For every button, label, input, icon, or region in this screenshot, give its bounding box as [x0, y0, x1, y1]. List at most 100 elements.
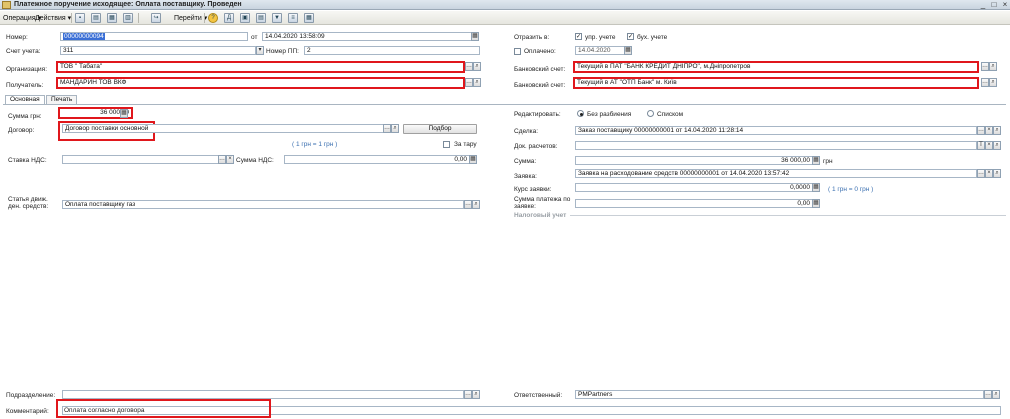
- list-radio[interactable]: [647, 110, 654, 117]
- organization-select-icon[interactable]: …: [465, 62, 473, 71]
- list-label: Списком: [657, 111, 684, 118]
- no-split-radio[interactable]: [577, 110, 584, 117]
- calendar-icon[interactable]: ▦: [471, 32, 479, 41]
- pp-number-field[interactable]: 2: [304, 46, 480, 55]
- upr-label: упр. учете: [585, 34, 616, 41]
- organization-field[interactable]: ТОВ " Табата": [56, 61, 465, 73]
- close-icon[interactable]: ×: [1000, 0, 1010, 9]
- request-rate-link[interactable]: ( 1 грн = 0 грн ): [828, 186, 873, 193]
- responsible-open-icon[interactable]: ⌕: [992, 390, 1000, 399]
- goto-menu[interactable]: Перейти ▾: [174, 14, 207, 22]
- request-rate-calculator-icon[interactable]: ▦: [812, 183, 820, 192]
- structure-icon[interactable]: ▣: [240, 13, 250, 23]
- vat-sum-field[interactable]: 0,00: [284, 155, 470, 164]
- currency-rate-link[interactable]: ( 1 грн = 1 грн ): [292, 141, 337, 148]
- contract-open-icon[interactable]: ⌕: [391, 124, 399, 133]
- actions-menu[interactable]: Действия ▾: [35, 14, 71, 22]
- doc-settlement-type-icon[interactable]: T: [977, 141, 985, 150]
- vat-sum-label: Сумма НДС:: [236, 157, 274, 164]
- restore-icon[interactable]: □: [989, 0, 999, 9]
- based-on-icon[interactable]: ↪: [151, 13, 161, 23]
- recipient-bank-account-open-icon[interactable]: ⌕: [989, 78, 997, 87]
- request-field[interactable]: Заявка на расходование средств 000000000…: [575, 169, 977, 178]
- deal-clear-icon[interactable]: ×: [985, 126, 993, 135]
- recipient-select-icon[interactable]: …: [465, 78, 473, 87]
- upr-checkbox[interactable]: ✓: [575, 33, 582, 40]
- bank-account-field[interactable]: Текущий в ПАТ "БАНК КРЕДИТ ДНІПРО", м.Дн…: [573, 61, 979, 73]
- table-icon[interactable]: ▥: [123, 13, 133, 23]
- save-icon[interactable]: ▪: [75, 13, 85, 23]
- right-sum-label: Сумма:: [514, 158, 537, 165]
- contract-field[interactable]: Договор поставки основной: [62, 124, 384, 133]
- request-rate-label: Курс заявки:: [514, 186, 552, 193]
- organization-open-icon[interactable]: ⌕: [473, 62, 481, 71]
- cashflow-open-icon[interactable]: ⌕: [472, 200, 480, 209]
- vat-rate-select-icon[interactable]: …: [218, 155, 226, 164]
- recipient-open-icon[interactable]: ⌕: [473, 78, 481, 87]
- payment-sum-field[interactable]: 0,00: [575, 199, 813, 208]
- post-icon[interactable]: ▤: [91, 13, 101, 23]
- buh-checkbox[interactable]: ✓: [627, 33, 634, 40]
- vat-rate-clear-icon[interactable]: ×: [226, 155, 234, 164]
- number-field[interactable]: 00000000094: [60, 32, 248, 41]
- right-sum-calculator-icon[interactable]: ▦: [812, 156, 820, 165]
- calculator-icon[interactable]: ▦: [120, 109, 128, 118]
- right-sum-field[interactable]: 36 000,00: [575, 156, 813, 165]
- division-field[interactable]: [62, 390, 464, 399]
- toolbar-separator: [71, 13, 72, 23]
- request-label: Заявка:: [514, 173, 537, 180]
- tab-print[interactable]: Печать: [46, 95, 78, 104]
- journal-icon[interactable]: ▤: [256, 13, 266, 23]
- request-select-icon[interactable]: …: [977, 169, 985, 178]
- responsible-select-icon[interactable]: …: [984, 390, 992, 399]
- responsible-field[interactable]: PMPartners: [575, 390, 984, 399]
- doc-settlement-clear-icon[interactable]: ×: [985, 141, 993, 150]
- minimize-icon[interactable]: _: [978, 0, 988, 9]
- paid-date-field[interactable]: 14.04.2020: [575, 46, 625, 55]
- tab-main[interactable]: Основная: [5, 95, 45, 104]
- toolbar-separator: [138, 13, 139, 23]
- date-field[interactable]: 14.04.2020 13:58:09: [262, 32, 472, 41]
- deal-select-icon[interactable]: …: [977, 126, 985, 135]
- request-open-icon[interactable]: ⌕: [993, 169, 1001, 178]
- recipient-bank-account-select-icon[interactable]: …: [981, 78, 989, 87]
- cashflow-select-icon[interactable]: …: [464, 200, 472, 209]
- vat-calculator-icon[interactable]: ▦: [469, 155, 477, 164]
- division-label: Подразделение:: [6, 392, 56, 399]
- toolbar: Операция ▾ Действия ▾ ▪ ▤ ▦ ▥ ↪ Перейти …: [0, 11, 1010, 25]
- request-rate-field[interactable]: 0,0000: [575, 183, 813, 192]
- deal-open-icon[interactable]: ⌕: [993, 126, 1001, 135]
- settings-icon[interactable]: ▦: [304, 13, 314, 23]
- division-select-icon[interactable]: …: [464, 390, 472, 399]
- account-dropdown-icon[interactable]: ▾: [256, 46, 264, 55]
- filter-icon[interactable]: ▼: [272, 13, 282, 23]
- tare-checkbox[interactable]: [443, 141, 450, 148]
- paid-calendar-icon[interactable]: ▦: [624, 46, 632, 55]
- division-open-icon[interactable]: ⌕: [472, 390, 480, 399]
- deal-field[interactable]: Заказ поставщику 00000000001 от 14.04.20…: [575, 126, 977, 135]
- request-clear-icon[interactable]: ×: [985, 169, 993, 178]
- payment-sum-label: Сумма платежа по заявке:: [514, 196, 571, 210]
- paid-checkbox[interactable]: [514, 48, 521, 55]
- help-icon[interactable]: ?: [208, 13, 218, 23]
- edit-label: Редактировать:: [514, 111, 561, 118]
- bank-account-open-icon[interactable]: ⌕: [989, 62, 997, 71]
- print-icon[interactable]: Д: [224, 13, 234, 23]
- account-field[interactable]: 311: [60, 46, 256, 55]
- deal-label: Сделка:: [514, 128, 539, 135]
- cashflow-field[interactable]: Оплата поставщику газ: [62, 200, 464, 209]
- recipient-field[interactable]: МАНДАРИН ТОВ ВКФ: [56, 77, 465, 89]
- doc-settlement-field[interactable]: [575, 141, 977, 150]
- doc-settlement-open-icon[interactable]: ⌕: [993, 141, 1001, 150]
- bank-account-select-icon[interactable]: …: [981, 62, 989, 71]
- pick-button[interactable]: Подбор: [403, 124, 477, 134]
- contract-select-icon[interactable]: …: [383, 124, 391, 133]
- doc-settlement-label: Док. расчетов:: [514, 143, 558, 150]
- number-label: Номер:: [6, 34, 28, 41]
- list-icon[interactable]: ≡: [288, 13, 298, 23]
- window-title: Платежное поручение исходящее: Оплата по…: [14, 1, 242, 8]
- copy-icon[interactable]: ▦: [107, 13, 117, 23]
- vat-rate-field[interactable]: [62, 155, 219, 164]
- payment-sum-calculator-icon[interactable]: ▦: [812, 199, 820, 208]
- recipient-bank-account-field[interactable]: Текущий в АТ "ОТП Банк" м. Київ: [573, 77, 979, 89]
